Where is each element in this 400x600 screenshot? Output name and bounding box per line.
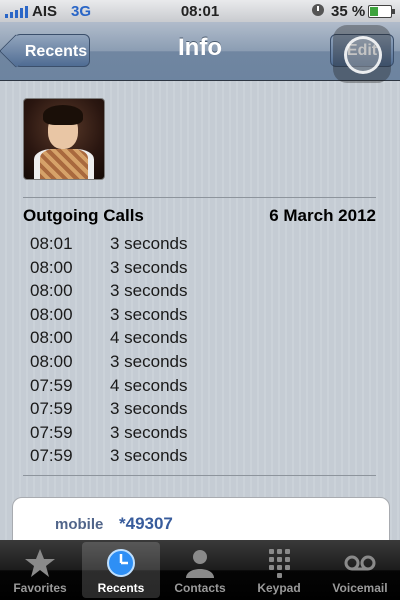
call-duration: 3 seconds bbox=[110, 446, 188, 466]
tab-label-keypad: Keypad bbox=[257, 581, 301, 595]
status-bar: AIS 3G 08:01 35 % bbox=[0, 0, 400, 23]
call-time: 08:00 bbox=[30, 328, 73, 348]
call-time: 08:00 bbox=[30, 304, 73, 324]
divider-bottom bbox=[23, 475, 376, 476]
calls-section-title: Outgoing Calls bbox=[23, 206, 144, 225]
voicemail-icon bbox=[344, 555, 376, 571]
number-type-label: mobile bbox=[55, 516, 104, 533]
keypad-icon bbox=[269, 549, 290, 578]
call-duration: 3 seconds bbox=[110, 281, 188, 301]
call-duration: 3 seconds bbox=[110, 257, 188, 277]
battery-icon bbox=[368, 5, 395, 18]
navigation-bar: Recents Info Edit bbox=[0, 22, 400, 83]
call-duration: 3 seconds bbox=[110, 399, 188, 419]
call-time: 07:59 bbox=[30, 375, 73, 395]
call-time: 07:59 bbox=[30, 422, 73, 442]
tab-recents[interactable]: Recents bbox=[82, 542, 160, 598]
contact-photo bbox=[23, 98, 105, 180]
tab-contacts[interactable]: Contacts bbox=[161, 542, 239, 598]
call-time: 07:59 bbox=[30, 399, 73, 419]
clock-icon bbox=[107, 549, 135, 577]
person-icon bbox=[186, 550, 214, 578]
phone-number[interactable]: *49307 bbox=[119, 514, 173, 534]
call-duration: 3 seconds bbox=[110, 422, 188, 442]
tab-label-voicemail: Voicemail bbox=[332, 581, 388, 595]
call-duration: 3 seconds bbox=[110, 304, 188, 324]
call-time: 08:01 bbox=[30, 234, 73, 253]
tab-voicemail[interactable]: Voicemail bbox=[321, 542, 399, 598]
calls-section-date: 6 March 2012 bbox=[269, 206, 376, 225]
photo-hair bbox=[43, 105, 83, 125]
tab-label-favorites: Favorites bbox=[13, 581, 67, 595]
call-duration: 4 seconds bbox=[110, 375, 188, 395]
tab-label-recents: Recents bbox=[97, 581, 145, 595]
star-icon bbox=[25, 549, 55, 577]
photo-scarf bbox=[40, 149, 88, 179]
tab-label-contacts: Contacts bbox=[174, 581, 226, 595]
battery-fill bbox=[370, 7, 378, 16]
tab-bar: Favorites Recents Contacts Keypad Voicem… bbox=[0, 540, 400, 600]
divider-top bbox=[23, 197, 376, 198]
call-time: 08:00 bbox=[30, 281, 73, 301]
call-duration: 3 seconds bbox=[110, 234, 188, 253]
call-time: 08:00 bbox=[30, 257, 73, 277]
call-duration: 3 seconds bbox=[110, 352, 188, 371]
tab-keypad[interactable]: Keypad bbox=[240, 542, 318, 598]
call-time: 07:59 bbox=[30, 446, 73, 466]
assistive-touch-button[interactable] bbox=[333, 25, 391, 83]
call-time: 08:00 bbox=[30, 352, 73, 371]
rotation-lock-icon bbox=[312, 4, 324, 16]
tab-favorites[interactable]: Favorites bbox=[1, 542, 79, 598]
call-duration: 4 seconds bbox=[110, 328, 188, 348]
battery-percent: 35 % bbox=[331, 3, 366, 20]
